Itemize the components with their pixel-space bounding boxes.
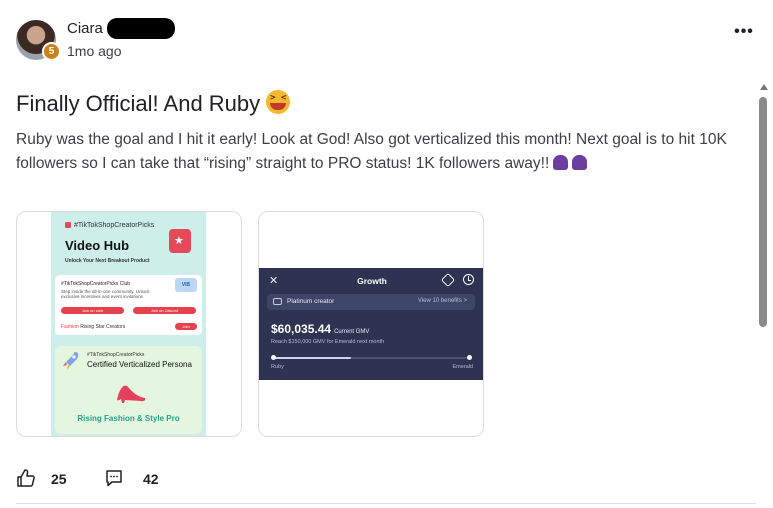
redacted-surname <box>107 18 175 39</box>
post-time[interactable]: 1mo ago <box>67 43 121 59</box>
progress-end-dot <box>467 355 472 360</box>
thumbs-up-icon[interactable] <box>16 468 36 488</box>
praying-hands-icon <box>553 155 569 170</box>
tiktok-shop-icon <box>65 222 71 228</box>
persona-footer: Rising Fashion & Style Pro <box>77 414 180 423</box>
rising-star-row: Fashion Rising Star Creators Join <box>55 319 202 335</box>
vib-badge: VIB <box>175 278 197 292</box>
creator-picks-tag: #TikTokShopCreatorPicks <box>65 222 154 229</box>
creator-icon <box>273 298 282 305</box>
persona-panel: #TikTokShopCreatorPicks Certified Vertic… <box>55 346 202 434</box>
post-body: Ruby was the goal and I hit it early! Lo… <box>16 128 746 176</box>
platinum-row: Platinum creator View 10 benefits > <box>267 294 475 310</box>
more-options-button[interactable]: ••• <box>734 23 754 40</box>
video-hub-title: Video Hub <box>65 238 130 253</box>
growth-screenshot: ✕ Growth Platinum creator View 10 benefi… <box>259 268 483 380</box>
history-icon <box>463 274 474 285</box>
rocket-icon <box>63 352 79 370</box>
post-body-text: Ruby was the goal and I hit it early! Lo… <box>16 131 727 172</box>
comment-count: 42 <box>143 471 159 487</box>
video-hub-subtitle: Unlock Your Next Breakout Product <box>65 258 150 264</box>
praying-hands-icon <box>572 155 588 170</box>
like-count: 25 <box>51 471 67 487</box>
reach-text: Reach $150,000 GMV for Emerald next mont… <box>271 339 385 345</box>
attachment-image-1[interactable]: #TikTokShopCreatorPicks Video Hub Unlock… <box>16 211 242 437</box>
divider <box>16 503 756 504</box>
post-title-text: Finally Official! And Ruby <box>16 91 261 116</box>
level-badge: 5 <box>42 42 61 61</box>
post-header: 5 Ciara 1mo ago ••• <box>16 18 756 62</box>
post-title: Finally Official! And Ruby <box>16 90 291 117</box>
comment-icon[interactable] <box>104 468 124 488</box>
gmv-progress-bar <box>273 357 469 359</box>
club-subtitle: Step inside the all-in-one community. Un… <box>61 289 150 299</box>
join-discord-button: Join on Discord <box>133 307 196 314</box>
author-name[interactable]: Ciara <box>67 20 103 37</box>
progress-start-dot <box>271 355 276 360</box>
progress-end-label: Emerald <box>452 364 473 370</box>
attachment-image-2[interactable]: ✕ Growth Platinum creator View 10 benefi… <box>258 211 484 437</box>
persona-title: Certified Verticalized Persona <box>87 360 192 369</box>
scroll-up-arrow-icon[interactable] <box>760 84 768 90</box>
club-panel: #TikTokShopCreatorPicks Club Step inside… <box>55 275 202 323</box>
rising-join-button: Join <box>175 323 197 330</box>
rising-star-label: Fashion Rising Star Creators <box>61 324 126 330</box>
scrollbar-thumb[interactable] <box>759 97 767 327</box>
progress-start-label: Ruby <box>271 364 284 370</box>
shopping-bag-icon <box>169 229 191 253</box>
persona-tag: #TikTokShopCreatorPicks <box>87 352 145 358</box>
video-hub-screenshot: #TikTokShopCreatorPicks Video Hub Unlock… <box>51 212 206 436</box>
gmv-label: Current GMV <box>334 329 370 335</box>
tier-label: Platinum creator <box>287 298 335 305</box>
high-heel-icon <box>117 385 146 403</box>
club-title: #TikTokShopCreatorPicks Club <box>61 281 131 287</box>
laughing-face-emoji-icon <box>266 90 291 114</box>
gmv-value: $60,035.44 Current GMV <box>271 322 370 336</box>
post-actions: 25 42 <box>16 466 416 490</box>
benefits-link: View 10 benefits > <box>417 298 467 304</box>
join-com-button: Join on com <box>61 307 124 314</box>
gmv-progress-fill <box>273 357 352 359</box>
